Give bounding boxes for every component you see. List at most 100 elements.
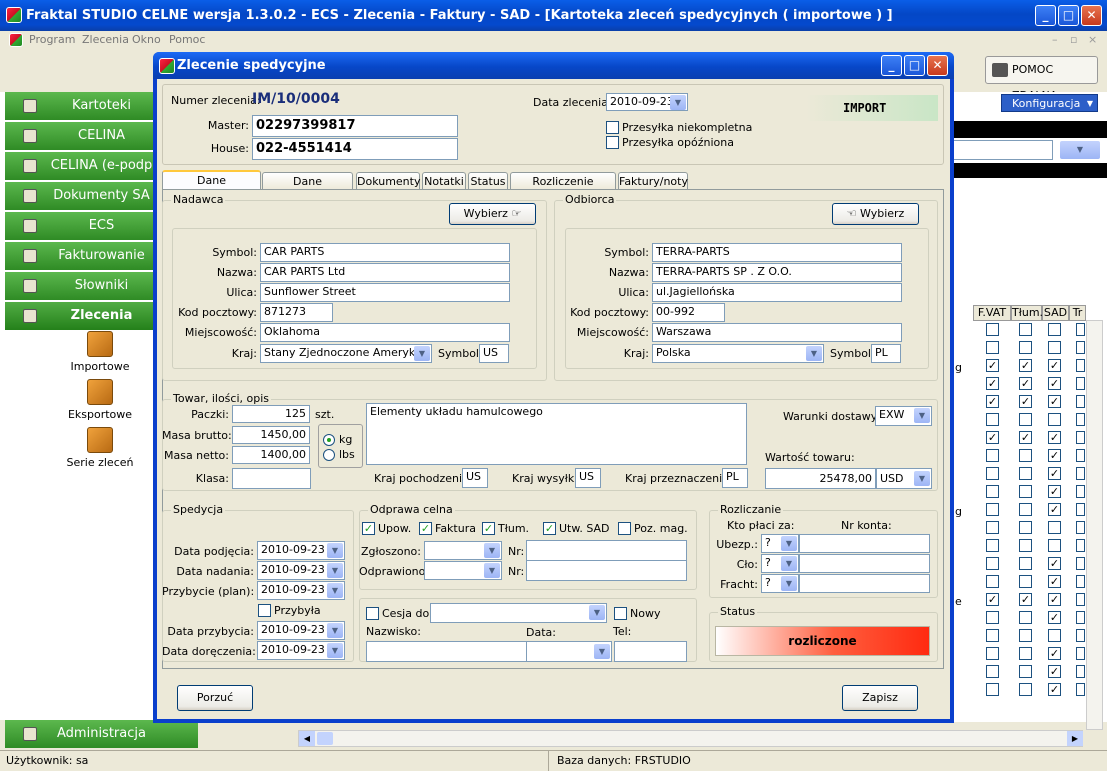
grid-checkbox[interactable]: ✓ — [1048, 503, 1061, 516]
waluta-select[interactable]: USD ▼ — [876, 468, 932, 489]
sub-item-serie[interactable]: Serie zleceń — [60, 427, 140, 469]
zgloszono-nr-field[interactable] — [526, 540, 687, 561]
grid-checkbox[interactable]: ✓ — [1048, 449, 1061, 462]
scroll-left-icon[interactable]: ◀ — [299, 731, 315, 746]
grid-checkbox[interactable] — [1019, 575, 1032, 588]
grid-checkbox[interactable] — [1019, 539, 1032, 552]
grid-checkbox[interactable]: ✓ — [986, 377, 999, 390]
menu-zlecenia[interactable]: Zlecenia — [82, 33, 129, 46]
niekompletna-checkbox[interactable] — [606, 121, 619, 134]
grid-checkbox[interactable]: ✓ — [1019, 431, 1032, 444]
tab-dokumenty[interactable]: Dokumenty — [356, 172, 420, 190]
grid-checkbox[interactable] — [1048, 539, 1061, 552]
dialog-maximize-icon[interactable]: □ — [904, 55, 925, 76]
grid-checkbox[interactable]: ✓ — [1048, 377, 1061, 390]
odbiorca-kraj-select[interactable]: Polska ▼ — [652, 344, 824, 363]
maximize-icon[interactable]: □ — [1058, 5, 1079, 26]
chevron-down-icon[interactable]: ▼ — [806, 346, 822, 361]
grid-header-tlum[interactable]: Tłum. — [1011, 305, 1043, 321]
grid-checkbox[interactable]: ✓ — [986, 359, 999, 372]
chevron-down-icon[interactable]: ▼ — [327, 583, 343, 598]
grid-checkbox[interactable]: ✓ — [1048, 485, 1061, 498]
chevron-down-icon[interactable]: ▼ — [914, 408, 930, 423]
grid-checkbox[interactable] — [1048, 521, 1061, 534]
grid-horizontal-scrollbar[interactable]: ◀ ▶ — [298, 730, 1083, 747]
grid-checkbox[interactable] — [1019, 503, 1032, 516]
grid-checkbox[interactable] — [1076, 485, 1085, 498]
pomoc-zdalna-button[interactable]: POMOC ZDALNA — [985, 56, 1098, 102]
chevron-down-icon[interactable]: ▼ — [594, 644, 610, 659]
lbs-radio[interactable] — [323, 449, 335, 461]
chevron-down-icon[interactable]: ▼ — [781, 536, 797, 551]
grid-checkbox[interactable] — [1076, 377, 1085, 390]
tab-rozliczenie-zlecenia[interactable]: Rozliczenie zlecenia — [510, 172, 616, 205]
chevron-down-icon[interactable]: ▼ — [414, 346, 430, 361]
grid-checkbox[interactable]: ✓ — [1019, 395, 1032, 408]
grid-checkbox[interactable] — [1076, 629, 1085, 642]
grid-checkbox[interactable]: ✓ — [986, 395, 999, 408]
grid-checkbox[interactable] — [1019, 665, 1032, 678]
przeznaczenia-field[interactable]: PL — [722, 468, 748, 488]
chevron-down-icon[interactable]: ▼ — [781, 556, 797, 571]
opozniona-checkbox[interactable] — [606, 136, 619, 149]
data-nadania-field[interactable]: 2010-09-23 ▼ — [257, 561, 345, 580]
house-field[interactable]: 022-4551414 — [252, 138, 458, 160]
odbiorca-symbol-field[interactable]: TERRA-PARTS — [652, 243, 902, 262]
grid-checkbox[interactable] — [1048, 413, 1061, 426]
grid-checkbox[interactable] — [1048, 629, 1061, 642]
nadawca-wybierz-button[interactable]: Wybierz ☞ — [449, 203, 536, 225]
grid-checkbox[interactable] — [1019, 521, 1032, 534]
tel-field[interactable] — [614, 641, 687, 662]
odbiorca-miej-field[interactable]: Warszawa — [652, 323, 902, 342]
grid-checkbox[interactable] — [986, 539, 999, 552]
masa-brutto-field[interactable]: 1450,00 — [232, 426, 310, 444]
grid-checkbox[interactable]: ✓ — [986, 431, 999, 444]
data-przybycia-field[interactable]: 2010-09-23 ▼ — [257, 621, 345, 640]
grid-checkbox[interactable]: ✓ — [1048, 611, 1061, 624]
porzuc-button[interactable]: Porzuć — [177, 685, 253, 711]
scroll-right-icon[interactable]: ▶ — [1067, 731, 1083, 746]
grid-checkbox[interactable]: ✓ — [1048, 665, 1061, 678]
tab-dane-dodatkowe[interactable]: Dane dodatkowe — [262, 172, 353, 205]
grid-checkbox[interactable] — [986, 449, 999, 462]
grid-header-fvat[interactable]: F.VAT — [973, 305, 1011, 321]
grid-checkbox[interactable] — [986, 683, 999, 696]
nadawca-symbol-field[interactable]: CAR PARTS — [260, 243, 510, 262]
grid-checkbox[interactable] — [1076, 647, 1085, 660]
nadawca-miej-field[interactable]: Oklahoma — [260, 323, 510, 342]
tab-status[interactable]: Status — [468, 172, 508, 190]
grid-checkbox[interactable] — [1019, 485, 1032, 498]
grid-checkbox[interactable] — [986, 665, 999, 678]
konfiguracja-button[interactable]: Konfiguracja ▼ — [1001, 94, 1098, 112]
nadawca-kod-field[interactable]: 871273 — [260, 303, 333, 322]
nowy-checkbox[interactable] — [614, 607, 627, 620]
menu-program[interactable]: Program — [29, 33, 75, 46]
fracht-select[interactable]: ? ▼ — [761, 574, 799, 593]
grid-checkbox[interactable]: ✓ — [1048, 593, 1061, 606]
utw-sad-checkbox[interactable]: ✓ — [543, 522, 556, 535]
odbiorca-ksym-field[interactable]: PL — [871, 344, 901, 363]
grid-checkbox[interactable]: ✓ — [1048, 431, 1061, 444]
grid-checkbox[interactable] — [1076, 413, 1085, 426]
chevron-down-icon[interactable]: ▼ — [327, 623, 343, 638]
dialog-close-icon[interactable]: ✕ — [927, 55, 948, 76]
grid-checkbox[interactable] — [1076, 575, 1085, 588]
pochodzenie-field[interactable]: US — [462, 468, 488, 488]
data-doreczenia-field[interactable]: 2010-09-23 ▼ — [257, 641, 345, 660]
przybycie-plan-field[interactable]: 2010-09-23 ▼ — [257, 581, 345, 600]
grid-checkbox[interactable] — [1076, 665, 1085, 678]
chevron-down-icon[interactable]: ▼ — [484, 543, 500, 558]
nadawca-nazwa-field[interactable]: CAR PARTS Ltd — [260, 263, 510, 282]
faktura-checkbox[interactable]: ✓ — [419, 522, 432, 535]
grid-checkbox[interactable] — [1019, 413, 1032, 426]
cesja-data-select[interactable]: ▼ — [526, 641, 612, 662]
kg-radio[interactable] — [323, 434, 335, 446]
grid-checkbox[interactable] — [1076, 449, 1085, 462]
master-field[interactable]: 02297399817 — [252, 115, 458, 137]
grid-checkbox[interactable] — [1076, 323, 1085, 336]
grid-checkbox[interactable] — [986, 557, 999, 570]
chevron-down-icon[interactable]: ▼ — [327, 643, 343, 658]
grid-checkbox[interactable] — [1019, 611, 1032, 624]
klasa-field[interactable] — [232, 468, 311, 489]
search-field[interactable] — [953, 140, 1053, 160]
